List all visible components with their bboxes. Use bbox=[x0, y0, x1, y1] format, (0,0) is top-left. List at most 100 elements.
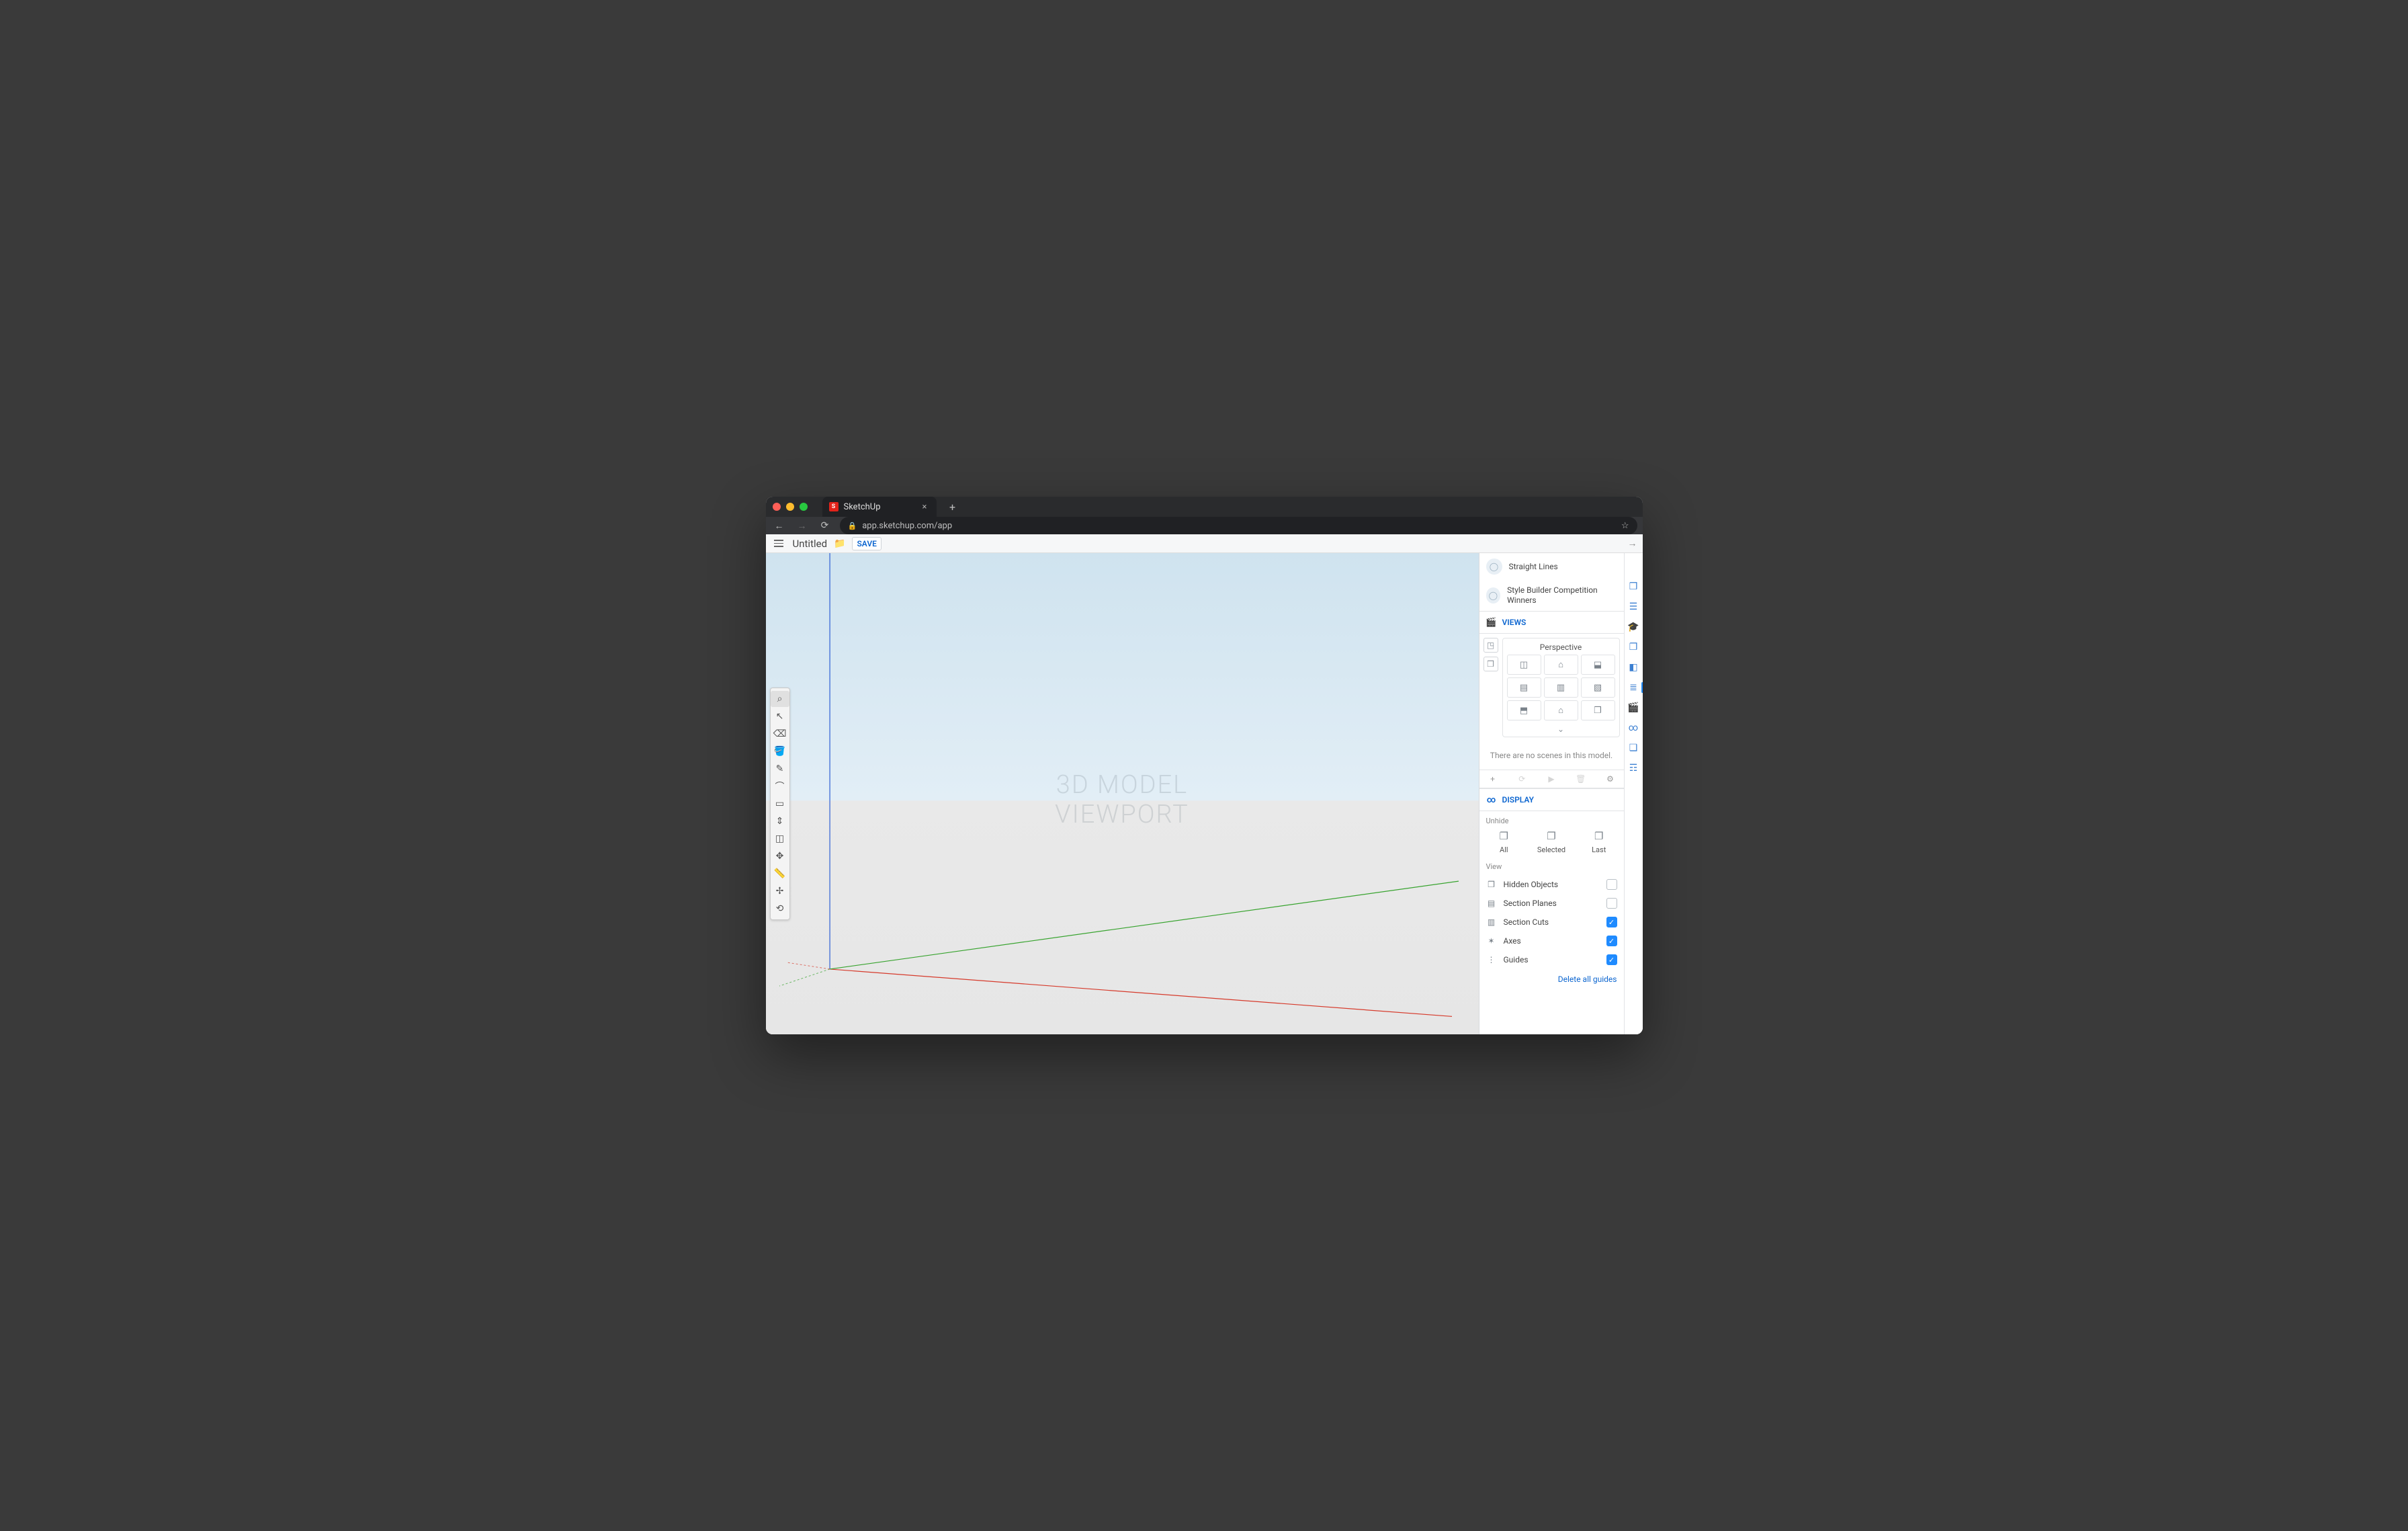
new-tab-button[interactable]: + bbox=[946, 500, 959, 513]
scene-delete-button[interactable]: 🗑 bbox=[1574, 774, 1588, 784]
delete-all-guides-link[interactable]: Delete all guides bbox=[1479, 972, 1624, 989]
save-button[interactable]: SAVE bbox=[852, 537, 881, 550]
tool-paint-bucket[interactable]: 🪣 bbox=[771, 743, 789, 759]
toggle-hidden-objects[interactable]: ❒Hidden Objects bbox=[1484, 875, 1620, 894]
unhide-icon: ❐ bbox=[1496, 829, 1512, 843]
rail-display-icon[interactable]: ∞ bbox=[1627, 721, 1640, 735]
open-folder-icon[interactable]: 📁 bbox=[834, 538, 845, 549]
close-tab-icon[interactable]: × bbox=[922, 502, 927, 512]
toggle-section-planes[interactable]: ▤ Section Planes bbox=[1484, 894, 1620, 913]
checkbox[interactable] bbox=[1606, 879, 1617, 890]
browser-tab[interactable]: S SketchUp × bbox=[822, 497, 937, 517]
tool-eraser[interactable]: ⌫ bbox=[771, 726, 789, 742]
views-panel-header[interactable]: 🎬 VIEWS bbox=[1479, 611, 1624, 634]
axes-overlay bbox=[766, 553, 1479, 1034]
toggle-guides[interactable]: ⋮Guides✓ bbox=[1484, 950, 1620, 969]
view-bottom-button[interactable]: ⬒ bbox=[1507, 700, 1541, 720]
checkbox[interactable]: ✓ bbox=[1606, 936, 1617, 946]
views-grid: Perspective ◫ ⌂ ⬓ ▤ ▥ ▧ ⬒ ⌂ ❐ ⌄ bbox=[1502, 638, 1620, 737]
tool-rectangle[interactable]: ▭ bbox=[771, 796, 789, 812]
rail-live-components-icon[interactable]: ❑ bbox=[1627, 741, 1640, 755]
unhide-last-button[interactable]: ❐Last bbox=[1591, 829, 1607, 854]
rail-layers-icon[interactable]: ≣ bbox=[1627, 681, 1640, 694]
view-home-button[interactable]: ⌂ bbox=[1544, 700, 1578, 720]
close-window-button[interactable] bbox=[773, 503, 781, 511]
menu-button[interactable] bbox=[771, 536, 786, 551]
bookmark-star-icon[interactable]: ☆ bbox=[1621, 521, 1629, 531]
scene-add-button[interactable]: + bbox=[1486, 774, 1500, 784]
toggle-label: Axes bbox=[1504, 936, 1600, 946]
tool-push-pull[interactable]: ⇕ bbox=[771, 813, 789, 829]
projection-parallel-button[interactable]: ◳ bbox=[1484, 638, 1498, 653]
sketchup-favicon: S bbox=[829, 502, 838, 511]
scene-settings-button[interactable]: ⚙ bbox=[1604, 774, 1617, 784]
rail-model-info-icon[interactable]: ❒ bbox=[1627, 580, 1640, 593]
unhide-icon: ❐ bbox=[1591, 829, 1607, 843]
tool-search[interactable]: ⌕ bbox=[771, 691, 789, 707]
scene-refresh-button[interactable]: ⟳ bbox=[1515, 774, 1529, 784]
rail-instructor-icon[interactable]: 🎓 bbox=[1627, 620, 1640, 634]
view-left-button[interactable]: ▧ bbox=[1581, 677, 1615, 698]
rail-outliner-icon[interactable]: ☶ bbox=[1627, 761, 1640, 775]
toggle-label: Section Planes bbox=[1504, 899, 1600, 908]
view-last-button[interactable]: ❐ bbox=[1581, 700, 1615, 720]
view-front-button[interactable]: ⬓ bbox=[1581, 655, 1615, 675]
url-text: app.sketchup.com/app bbox=[862, 521, 952, 531]
tool-tape-measure[interactable]: 📏 bbox=[771, 866, 789, 882]
style-item-label: Straight Lines bbox=[1509, 562, 1558, 572]
tool-move[interactable]: ✥ bbox=[771, 848, 789, 864]
style-thumb-icon: ◯ bbox=[1486, 587, 1501, 604]
scenes-toolbar: + ⟳ ▶ 🗑 ⚙ bbox=[1479, 770, 1624, 788]
maximize-window-button[interactable] bbox=[800, 503, 808, 511]
rail-materials-icon[interactable]: ❐ bbox=[1627, 640, 1640, 654]
address-bar: ← → ⟳ 🔒 app.sketchup.com/app ☆ bbox=[766, 517, 1643, 534]
minimize-window-button[interactable] bbox=[786, 503, 794, 511]
view-right-button[interactable]: ▤ bbox=[1507, 677, 1541, 698]
toggle-label: Hidden Objects bbox=[1504, 880, 1600, 889]
view-back-button[interactable]: ▥ bbox=[1544, 677, 1578, 698]
unhide-selected-button[interactable]: ❐Selected bbox=[1537, 829, 1565, 854]
view-top-button[interactable]: ⌂ bbox=[1544, 655, 1578, 675]
tool-arc[interactable]: ⌒ bbox=[771, 778, 789, 794]
views-header-label: VIEWS bbox=[1502, 618, 1526, 627]
tool-select[interactable]: ↖ bbox=[771, 708, 789, 725]
url-field[interactable]: 🔒 app.sketchup.com/app ☆ bbox=[840, 517, 1637, 534]
unhide-all-button[interactable]: ❐All bbox=[1496, 829, 1512, 854]
expand-panel-icon[interactable]: → bbox=[1628, 538, 1637, 549]
rail-components-icon[interactable]: ☰ bbox=[1627, 600, 1640, 614]
tool-text[interactable]: ✢ bbox=[771, 883, 789, 899]
tool-offset[interactable]: ◫ bbox=[771, 831, 789, 847]
toggle-label: Section Cuts bbox=[1504, 917, 1600, 927]
section-cuts-icon: ▥ bbox=[1486, 917, 1497, 927]
display-panel-header[interactable]: ∞ DISPLAY bbox=[1479, 788, 1624, 811]
rail-styles-icon[interactable]: ◧ bbox=[1627, 661, 1640, 674]
toggle-section-cuts[interactable]: ▥ Section Cuts ✓ bbox=[1484, 913, 1620, 932]
checkbox[interactable]: ✓ bbox=[1606, 917, 1617, 927]
display-icon: ∞ bbox=[1486, 794, 1497, 805]
toggle-axes[interactable]: ✶Axes✓ bbox=[1484, 932, 1620, 950]
rail-scenes-icon[interactable]: 🎬 bbox=[1627, 701, 1640, 714]
section-planes-icon: ▤ bbox=[1486, 899, 1497, 908]
left-toolbar: ⌕↖⌫🪣 ✎⌒ ▭⇕ ◫✥ 📏✢ ⟲ bbox=[770, 688, 790, 920]
lock-icon: 🔒 bbox=[848, 522, 857, 530]
checkbox[interactable] bbox=[1606, 898, 1617, 909]
views-expand-icon[interactable]: ⌄ bbox=[1507, 720, 1615, 734]
checkbox[interactable]: ✓ bbox=[1606, 954, 1617, 965]
app-body: 3D MODELVIEWPORT ⌕↖⌫🪣✎⌒▭⇕◫✥📏✢⟲ ◯Straight… bbox=[766, 553, 1643, 1034]
back-button[interactable]: ← bbox=[771, 518, 787, 534]
tab-title: SketchUp bbox=[844, 502, 881, 512]
viewport-3d[interactable]: 3D MODELVIEWPORT ⌕↖⌫🪣✎⌒▭⇕◫✥📏✢⟲ bbox=[766, 553, 1479, 1034]
tool-orbit[interactable]: ⟲ bbox=[771, 901, 789, 917]
browser-window: S SketchUp × + ← → ⟳ 🔒 app.sketchup.com/… bbox=[766, 497, 1643, 1034]
reload-button[interactable]: ⟳ bbox=[817, 518, 833, 534]
tool-pencil[interactable]: ✎ bbox=[771, 761, 789, 777]
views-icon: 🎬 bbox=[1486, 617, 1497, 628]
scene-play-button[interactable]: ▶ bbox=[1545, 774, 1558, 784]
style-item[interactable]: ◯Straight Lines bbox=[1479, 553, 1624, 580]
view-iso-button[interactable]: ◫ bbox=[1507, 655, 1541, 675]
guides-icon: ⋮ bbox=[1486, 955, 1497, 964]
style-item[interactable]: ◯Style Builder Competition Winners bbox=[1479, 580, 1624, 611]
forward-button[interactable]: → bbox=[794, 518, 810, 534]
unhide-section: Unhide ❐All❐Selected❐Last bbox=[1479, 811, 1624, 857]
projection-perspective-button[interactable]: ❒ bbox=[1484, 657, 1498, 671]
